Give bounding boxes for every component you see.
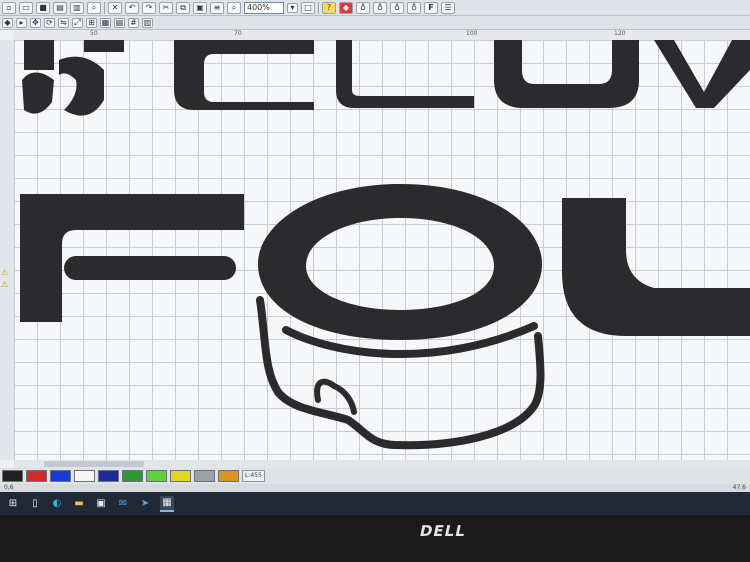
secondary-toolbar: ◆ ▸ ✥ ⟳ ⇋ ⤢ ⊞ ▦ ▤ # ▥ [0,16,750,30]
paste-icon[interactable]: ▣ [193,1,207,14]
grid-icon[interactable]: # [128,17,139,28]
cut-icon[interactable]: ✂ [159,1,173,14]
warning-icon: ⚠ [1,268,9,277]
scrollbar-thumb[interactable] [44,461,144,467]
ruler-label: 100 [466,30,478,37]
status-left: 0,6 [4,484,14,491]
shield-icon[interactable]: ◆ [339,1,353,14]
monitor-brand-logo: DELL [418,522,468,540]
zoom-dropdown-icon[interactable]: ▾ [287,2,298,13]
ruler-label: 120 [614,30,626,37]
laser-app-icon[interactable]: ▦ [160,495,174,512]
top-letter-c [174,40,314,110]
move-icon[interactable]: ✥ [30,17,41,28]
mirror-icon[interactable]: ⇋ [58,17,69,28]
undo-icon[interactable]: ↶ [125,1,139,14]
warning-icon: ⚠ [1,280,9,289]
letter-u [562,198,750,336]
help-icon[interactable]: ? [322,1,336,14]
artwork[interactable] [14,40,750,460]
arrange-icon[interactable]: ▤ [114,17,125,28]
print-preview-icon[interactable]: ▥ [70,1,84,14]
color-palette: L:455 [0,468,750,484]
top-letter-v [654,40,750,108]
bulb-icon[interactable]: ♁ [407,1,421,14]
design-canvas[interactable] [14,40,750,460]
print-icon[interactable]: ▤ [53,1,67,14]
color-swatch[interactable] [146,470,167,482]
align-icon[interactable]: ⊞ [86,17,97,28]
layer-label: L:455 [242,470,265,482]
color-swatch[interactable] [98,470,119,482]
group-icon[interactable]: ▦ [100,17,111,28]
status-bar: 0,6 47.6 [0,484,750,492]
file-explorer-icon[interactable]: ▬ [72,497,86,511]
separator [318,1,319,14]
horizontal-scrollbar[interactable] [14,460,750,468]
zoom-combobox[interactable]: 400% [244,1,284,14]
color-swatch[interactable] [122,470,143,482]
logo-glyph [84,40,124,52]
store-icon[interactable]: ▣ [94,497,108,511]
ruler-label: 70 [234,30,242,37]
search-icon[interactable]: ⌕ [227,1,241,14]
puck-face-mark [314,378,357,415]
object-icon[interactable]: □ [301,1,315,14]
redo-icon[interactable]: ↷ [142,1,156,14]
logo-glyph [22,72,54,114]
app-icon[interactable]: ➤ [138,497,152,511]
copy-icon[interactable]: ⧉ [176,1,190,14]
bulb-icon[interactable]: ♁ [356,1,370,14]
edge-browser-icon[interactable]: ◐ [50,497,64,511]
top-letter-l [336,40,474,108]
scale-icon[interactable]: ⤢ [72,17,83,28]
color-swatch[interactable] [2,470,23,482]
windows-start-icon[interactable]: ⊞ [6,497,20,511]
color-swatch[interactable] [74,470,95,482]
tools-icon[interactable]: ✕ [108,1,122,14]
font-icon[interactable]: F [424,1,438,14]
separator [104,1,105,14]
ruler-label: 50 [90,30,98,37]
node-icon[interactable]: ◆ [2,17,13,28]
save-icon[interactable]: ■ [36,1,50,14]
task-view-icon[interactable]: ▯ [28,497,42,511]
windows-taskbar: ⊞ ▯ ◐ ▬ ▣ ✉ ➤ ▦ [0,492,750,515]
rotate-icon[interactable]: ⟳ [44,17,55,28]
color-swatch[interactable] [50,470,71,482]
top-letter-o [494,40,639,108]
new-icon[interactable]: ▫ [2,1,16,14]
main-toolbar: ▫ ▭ ■ ▤ ▥ ⌕ ✕ ↶ ↷ ✂ ⧉ ▣ ≡ ⌕ 400% ▾ □ ? ◆… [0,0,750,16]
color-swatch[interactable] [26,470,47,482]
zoom-icon[interactable]: ⌕ [87,1,101,14]
bulb-icon[interactable]: ♁ [373,1,387,14]
color-swatch[interactable] [170,470,191,482]
font-align-icon[interactable]: ☰ [441,1,455,14]
properties-icon[interactable]: ≡ [210,1,224,14]
logo-glyph [24,40,54,70]
color-swatch[interactable] [218,470,239,482]
status-right: 47.6 [732,484,746,491]
vertical-ruler: ⚠ ⚠ [0,40,15,460]
open-icon[interactable]: ▭ [19,1,33,14]
select-icon[interactable]: ▸ [16,17,27,28]
layout-icon[interactable]: ▥ [142,17,153,28]
letter-f-bar [64,256,236,280]
bulb-icon[interactable]: ♁ [390,1,404,14]
logo-glyph [59,56,104,116]
app-screen: ▫ ▭ ■ ▤ ▥ ⌕ ✕ ↶ ↷ ✂ ⧉ ▣ ≡ ⌕ 400% ▾ □ ? ◆… [0,0,750,515]
mail-icon[interactable]: ✉ [116,497,130,511]
color-swatch[interactable] [194,470,215,482]
letter-o [258,184,542,340]
